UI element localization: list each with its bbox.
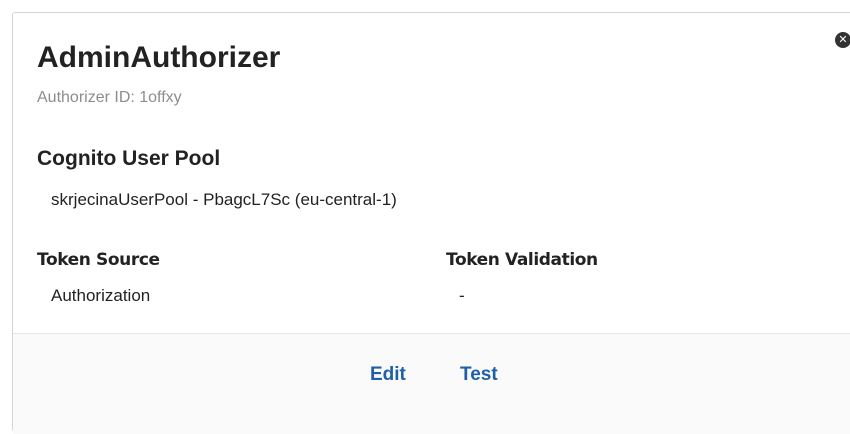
close-icon[interactable]: ✕	[835, 32, 850, 48]
cognito-user-pool-value: skrjecinaUserPool - PbagcL7Sc (eu-centra…	[51, 190, 397, 209]
card-footer	[13, 334, 850, 434]
authorizer-name: AdminAuthorizer	[37, 41, 281, 74]
token-validation-label: Token Validation	[446, 250, 598, 270]
footer-divider	[13, 333, 850, 334]
token-source-label: Token Source	[37, 250, 160, 270]
test-button[interactable]: Test	[460, 363, 498, 387]
token-validation-value: -	[459, 286, 465, 305]
cognito-user-pool-heading: Cognito User Pool	[37, 147, 221, 170]
edit-button[interactable]: Edit	[370, 363, 406, 387]
token-source-value: Authorization	[51, 286, 151, 305]
authorizer-id: Authorizer ID: 1offxy	[37, 89, 182, 106]
authorizer-card: ✕ AdminAuthorizer Authorizer ID: 1offxy …	[12, 12, 850, 434]
